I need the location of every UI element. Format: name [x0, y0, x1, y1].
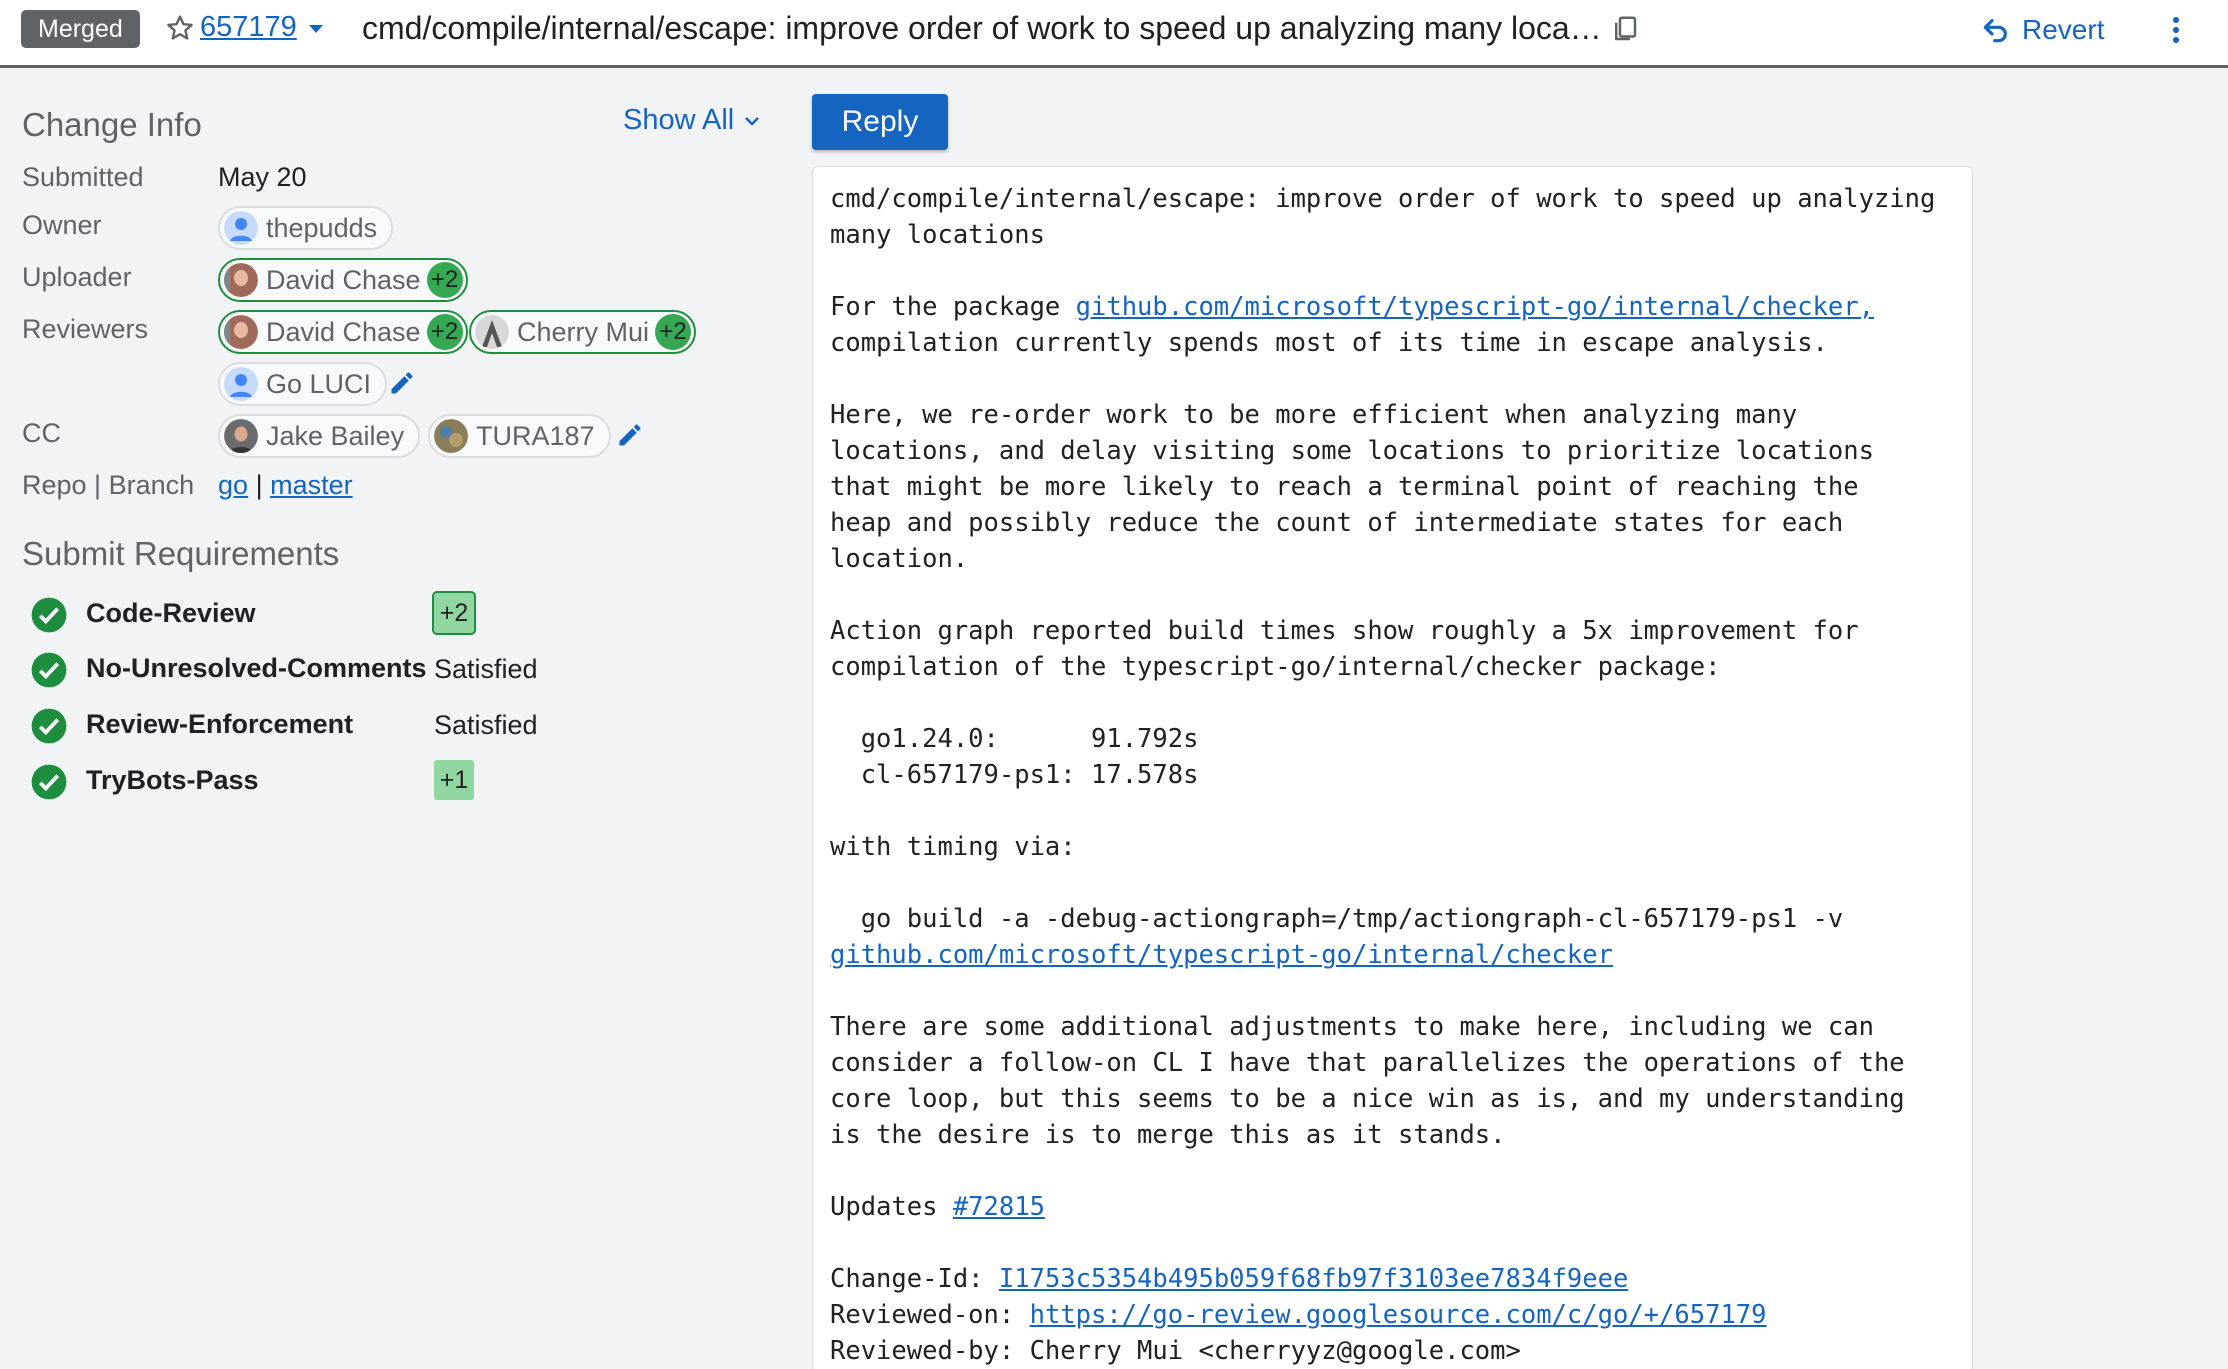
avatar [224, 263, 258, 297]
package-link[interactable]: github.com/microsoft/typescript-go/inter… [1076, 292, 1874, 322]
reviewed-by-line: Reviewed-by: Cherry Mui <cherryyz@google… [830, 1336, 1521, 1366]
submitted-date: May 20 [218, 162, 307, 192]
change-subject: cmd/compile/internal/escape: improve ord… [362, 10, 1602, 46]
requirement-row[interactable]: TryBots-Pass +1 [30, 760, 474, 802]
repo-branch-separator: | [255, 470, 263, 500]
commit-message-card: cmd/compile/internal/escape: improve ord… [812, 166, 1973, 1369]
edit-reviewers-icon[interactable] [388, 369, 416, 397]
issue-link[interactable]: #72815 [953, 1192, 1045, 1222]
requirement-vote: +2 [434, 593, 474, 633]
avatar [475, 315, 509, 349]
revert-label: Revert [2022, 14, 2105, 45]
copy-icon[interactable] [1610, 14, 1640, 44]
avatar [224, 419, 258, 453]
avatar [434, 419, 468, 453]
commit-text: Change-Id: [830, 1264, 999, 1294]
cc-name: Jake Bailey [266, 420, 405, 451]
commit-text: with timing via: [830, 832, 1076, 862]
undo-icon [1983, 19, 2007, 43]
change-number-link[interactable]: 657179 [200, 11, 297, 44]
check-circle-icon [31, 764, 67, 800]
avatar [224, 211, 258, 245]
vote-badge: +2 [426, 262, 463, 298]
requirement-status: Satisfied [434, 654, 538, 684]
commit-text: Reviewed-on: [830, 1300, 1030, 1330]
change-header: Merged 657179 cmd/compile/internal/escap… [0, 0, 2228, 68]
vote-badge: +2 [426, 314, 463, 350]
chevron-down-icon[interactable] [304, 17, 328, 41]
submit-requirements-title: Submit Requirements [22, 535, 340, 572]
owner-name: thepudds [266, 212, 378, 243]
commit-paragraph: Here, we re-order work to be more effici… [830, 400, 1874, 574]
owner-label: Owner [22, 210, 102, 240]
requirement-name: Review-Enforcement [86, 709, 354, 739]
requirement-row[interactable]: Code-Review +2 [30, 593, 474, 635]
change-info-title: Change Info [22, 106, 202, 143]
chevron-down-icon [745, 116, 760, 126]
repo-branch-label: Repo | Branch [22, 470, 195, 500]
check-circle-icon [31, 708, 67, 744]
star-icon[interactable] [164, 12, 196, 44]
reviewer-chip[interactable]: David Chase +2 [218, 310, 468, 354]
revert-button[interactable]: Revert [1980, 10, 2104, 50]
reviewed-on-link[interactable]: https://go-review.googlesource.com/c/go/… [1030, 1300, 1767, 1330]
commit-text: Updates [830, 1192, 953, 1222]
commit-subject-line-1: cmd/compile/internal/escape: improve ord… [830, 184, 1936, 214]
avatar [224, 315, 258, 349]
reviewers-label: Reviewers [22, 314, 149, 344]
checker-link[interactable]: github.com/microsoft/typescript-go/inter… [830, 940, 1613, 970]
reviewer-name: David Chase [266, 316, 421, 347]
change-id-link[interactable]: I1753c5354b495b059f68fb97f3103ee7834f9ee… [999, 1264, 1628, 1294]
show-all-label: Show All [623, 104, 735, 136]
check-circle-icon [31, 597, 67, 633]
edit-cc-icon[interactable] [616, 421, 644, 449]
uploader-label: Uploader [22, 262, 132, 292]
cc-name: TURA187 [476, 420, 595, 451]
commit-text: compilation currently spends most of its… [830, 328, 1828, 358]
branch-link[interactable]: master [270, 470, 353, 500]
build-command: go build -a -debug-actiongraph=/tmp/acti… [830, 904, 1844, 934]
status-badge: Merged [21, 10, 140, 48]
repo-link[interactable]: go [218, 470, 248, 500]
requirement-name: No-Unresolved-Comments [86, 653, 427, 683]
cc-label: CC [22, 418, 61, 448]
check-circle-icon [31, 652, 67, 688]
reviewer-chip[interactable]: Cherry Mui +2 [469, 310, 697, 354]
commit-text: For the package [830, 292, 1076, 322]
owner-chip[interactable]: thepudds [218, 206, 394, 250]
reviewer-name: Go LUCI [266, 368, 372, 399]
repo-branch-value: go | master [218, 470, 353, 501]
commit-paragraph: Action graph reported build times show r… [830, 616, 1859, 682]
commit-message: cmd/compile/internal/escape: improve ord… [830, 181, 1970, 1369]
avatar [224, 367, 258, 401]
reviewer-name: Cherry Mui [517, 316, 650, 347]
uploader-name: David Chase [266, 264, 421, 295]
more-vert-icon[interactable] [2160, 12, 2192, 48]
submitted-label: Submitted [22, 162, 144, 192]
requirement-vote: +1 [434, 760, 474, 800]
commit-subject-line-2: many locations [830, 220, 1045, 250]
commit-paragraph: There are some additional adjustments to… [830, 1012, 1905, 1150]
reply-button[interactable]: Reply [812, 94, 948, 150]
reviewer-chip[interactable]: Go LUCI [218, 362, 388, 406]
timing-results: go1.24.0: 91.792s cl-657179-ps1: 17.578s [860, 724, 1199, 790]
requirement-row[interactable]: No-Unresolved-Comments Satisfied [30, 650, 538, 690]
requirement-row[interactable]: Review-Enforcement Satisfied [30, 706, 538, 746]
requirement-name: TryBots-Pass [86, 765, 259, 795]
cc-chip[interactable]: TURA187 [428, 414, 611, 458]
cc-chip[interactable]: Jake Bailey [218, 414, 421, 458]
requirement-name: Code-Review [86, 598, 256, 628]
requirement-status: Satisfied [434, 710, 538, 740]
vote-badge: +2 [655, 314, 692, 350]
show-all-button[interactable]: Show All [623, 104, 764, 137]
uploader-chip[interactable]: David Chase +2 [218, 258, 468, 302]
